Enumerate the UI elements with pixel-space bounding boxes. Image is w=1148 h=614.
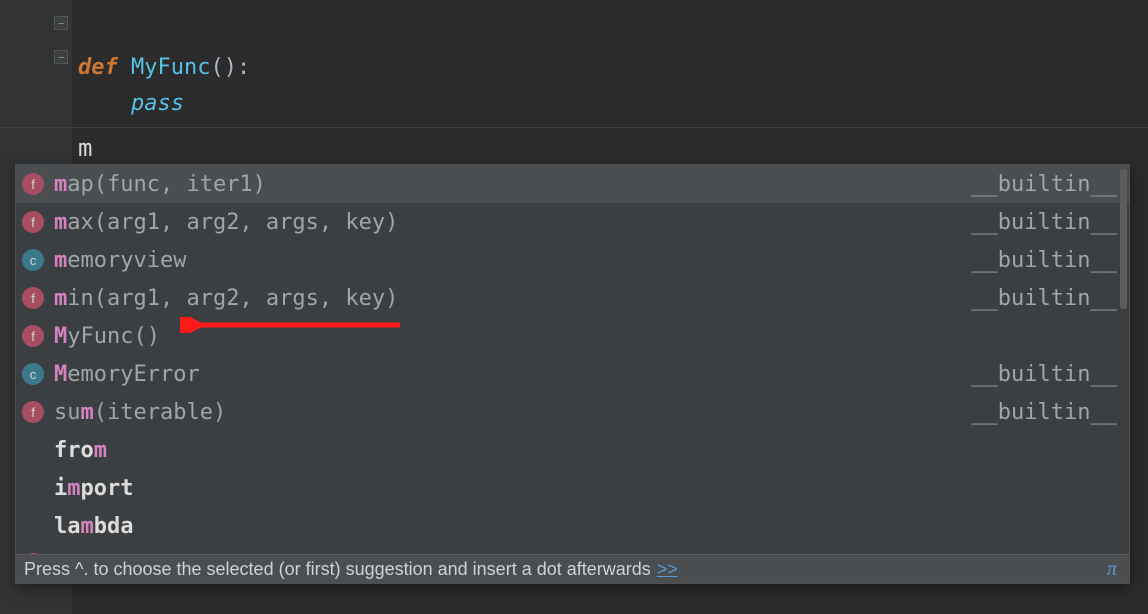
completion-item[interactable]: lambda: [16, 507, 1129, 545]
parens: (): [210, 55, 237, 80]
keyword-pass: pass: [131, 91, 184, 116]
completion-item[interactable]: f sum(iterable)__builtin__: [16, 393, 1129, 431]
completion-item[interactable]: c memoryview__builtin__: [16, 241, 1129, 279]
function-icon: f: [22, 553, 44, 554]
completion-popup[interactable]: fmap(func, iter1)__builtin__fmax(arg1, a…: [15, 164, 1130, 584]
keyword-icon: [22, 439, 44, 461]
completion-label: sum(iterable): [54, 400, 971, 425]
fold-icon[interactable]: −: [54, 50, 68, 64]
completion-tail: __builtin__: [971, 210, 1117, 235]
function-name: MyFunc: [131, 55, 210, 80]
completion-label: MemoryError: [54, 362, 971, 387]
completion-item[interactable]: c MemoryError__builtin__: [16, 355, 1129, 393]
horizontal-rule: [0, 127, 1148, 128]
completion-item[interactable]: from: [16, 431, 1129, 469]
status-more-link[interactable]: >>: [657, 559, 678, 580]
completion-item[interactable]: f max(arg1, arg2, args, key)__builtin__: [16, 203, 1129, 241]
keyword-def: def: [78, 55, 118, 80]
completion-status-bar: Press ^. to choose the selected (or firs…: [16, 554, 1129, 583]
code-editor[interactable]: − − def MyFunc(): pass m f map(func, iter…: [0, 0, 1148, 614]
completion-item[interactable]: f map(func, iter1)__builtin__: [16, 165, 1129, 203]
completion-label: min(arg1, arg2, args, key): [54, 286, 971, 311]
completion-tail: __builtin__: [971, 362, 1117, 387]
fold-icon[interactable]: −: [54, 16, 68, 30]
code-block: def MyFunc(): pass: [78, 14, 250, 158]
class-icon: c: [22, 363, 44, 385]
completion-tail: __builtin__: [971, 286, 1117, 311]
function-icon: f: [22, 211, 44, 233]
completion-tail: __builtin__: [971, 248, 1117, 273]
completion-tail: __builtin__: [971, 400, 1117, 425]
function-icon: f: [22, 173, 44, 195]
completion-item[interactable]: f min(arg1, arg2, args, key)__builtin__: [16, 279, 1129, 317]
status-text: Press ^. to choose the selected (or firs…: [24, 559, 651, 580]
completion-label: import: [54, 476, 1123, 501]
completion-tail: __builtin__: [971, 172, 1117, 197]
completion-label: lambda: [54, 514, 1123, 539]
scrollbar-thumb[interactable]: [1120, 169, 1127, 309]
completion-label: MyFunc(): [54, 324, 1123, 349]
completion-item[interactable]: f format(o, format_spec)__builtin__: [16, 545, 1129, 554]
colon: :: [237, 55, 250, 80]
typed-char: m: [78, 133, 92, 163]
function-icon: f: [22, 401, 44, 423]
function-icon: f: [22, 325, 44, 347]
completion-label: from: [54, 438, 1123, 463]
completion-tail: __builtin__: [971, 552, 1117, 555]
completion-item[interactable]: f MyFunc(): [16, 317, 1129, 355]
completion-label: map(func, iter1): [54, 172, 971, 197]
completion-label: format(o, format_spec): [54, 552, 971, 555]
completion-label: memoryview: [54, 248, 971, 273]
function-icon: f: [22, 287, 44, 309]
keyword-icon: [22, 515, 44, 537]
completion-list[interactable]: fmap(func, iter1)__builtin__fmax(arg1, a…: [16, 165, 1129, 554]
class-icon: c: [22, 249, 44, 271]
completion-item[interactable]: import: [16, 469, 1129, 507]
completion-label: max(arg1, arg2, args, key): [54, 210, 971, 235]
keyword-icon: [22, 477, 44, 499]
pi-icon[interactable]: π: [1107, 558, 1117, 581]
